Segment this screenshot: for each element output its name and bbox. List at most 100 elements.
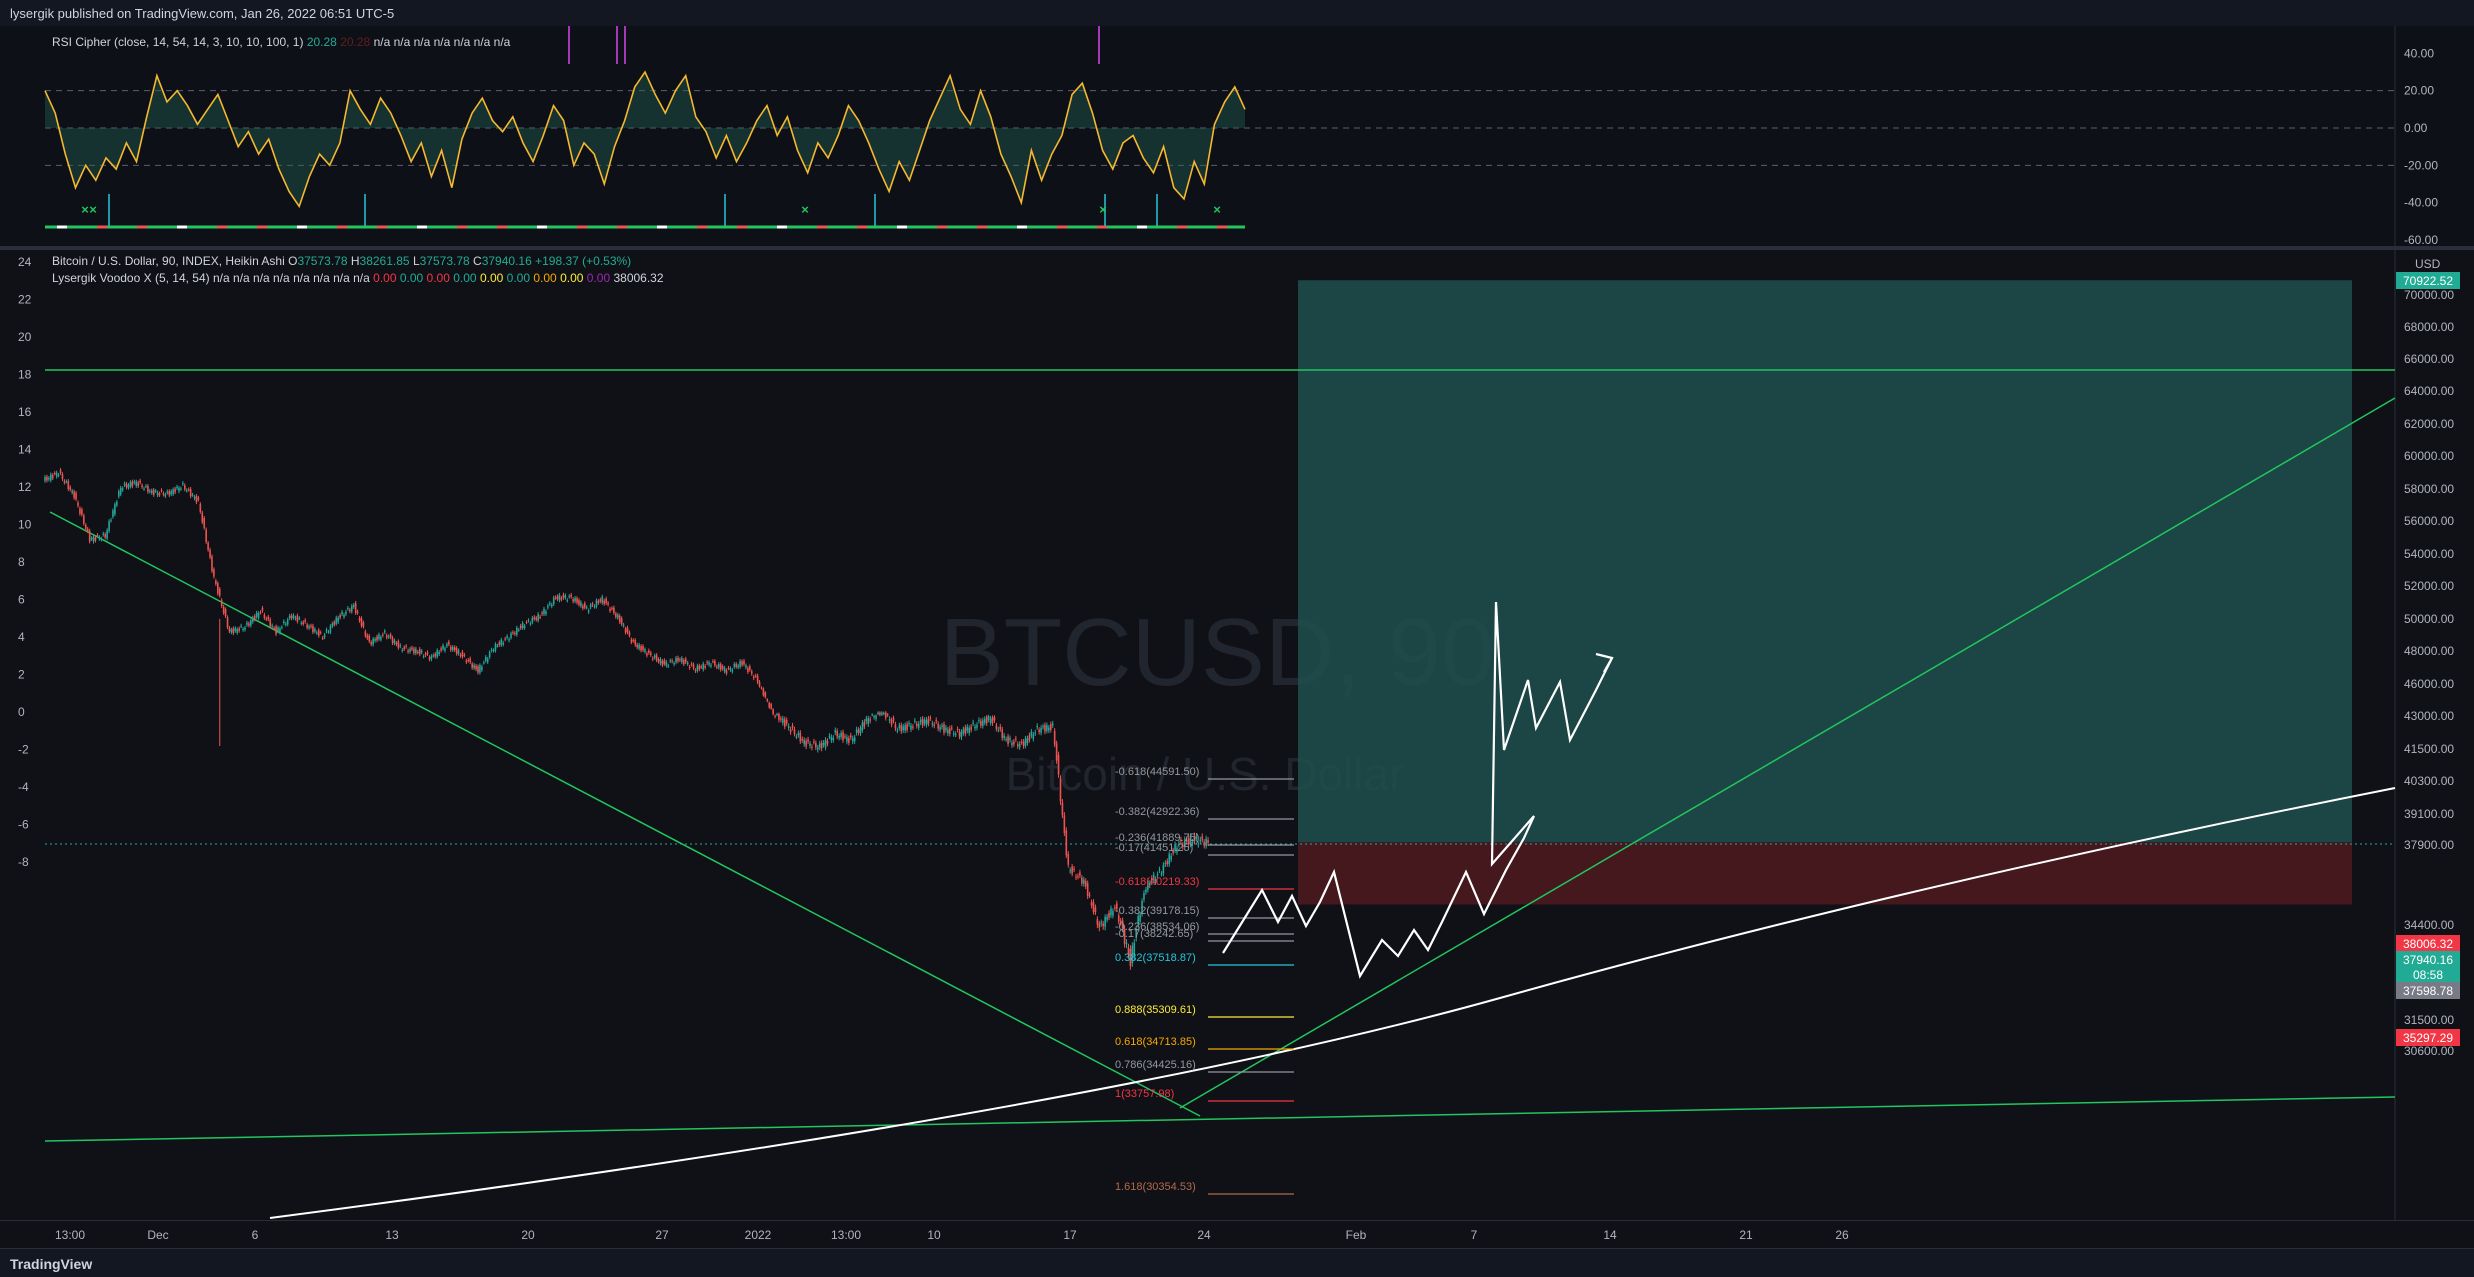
candle-body-248 [525,622,528,624]
candle-body-310 [646,653,648,656]
candle-body-430 [879,712,881,715]
candle-body-366 [754,675,757,677]
candle-body-445 [908,723,910,725]
candle-body-243 [516,627,518,635]
time-axis[interactable]: 13:00 Dec 6 13 20 27 2022 13:00 10 17 24 Feb 7 14 21 26 [0,1220,2474,1249]
candle-body-188 [409,648,411,652]
candle-body-543 [1098,923,1101,928]
candle-body-539 [1090,902,1093,906]
x-tick-14: 21 [1739,1228,1753,1242]
candle-body-103 [244,627,246,630]
x-tick-15: 26 [1835,1228,1849,1242]
candle-body-38 [117,491,120,497]
candle-body-580 [1170,855,1172,860]
candle-body-419 [857,729,860,733]
candle-body-545 [1102,923,1105,927]
x-tick-0: 13:00 [55,1228,85,1242]
candle-body-424 [867,718,870,725]
candle-body-170 [374,639,376,641]
left-tick-5: 14 [18,443,32,457]
indicator-last: 38006.32 [613,271,664,285]
candle-body-524 [1061,802,1064,815]
candle-body-526 [1065,830,1068,856]
price-tick-0: 70000.00 [2404,288,2454,302]
rsi-y-tick-3: -20.00 [2404,158,2438,172]
candle-body-147 [329,626,332,633]
candle-body-226 [483,662,485,664]
main-price-pane[interactable]: USD 70000.00 68000.00 66000.00 64000.00 62000… [0,250,2474,1220]
candle-body-186 [405,646,407,648]
price-chart[interactable]: USD70000.0068000.0066000.0064000.0062000… [0,250,2474,1220]
candle-body-255 [539,616,541,618]
candle-body-311 [648,650,650,653]
candle-body-438 [894,724,897,729]
candle-body-73 [185,490,188,492]
candle-body-360 [743,660,745,665]
candle-body-354 [731,669,734,672]
candle-body-295 [616,614,619,618]
candle-body-306 [638,644,640,649]
candle-body-109 [255,612,258,617]
rsi-y-tick-2: 0.00 [2404,121,2428,135]
candle-body-234 [498,642,501,646]
candle-body-444 [906,724,908,730]
candle-body-111 [259,612,262,614]
candle-body-332 [688,666,691,669]
candle-body-289 [605,598,607,604]
candle-body-309 [644,649,646,652]
indicator-name: Lysergik Voodoo X (5, 14, 54) [52,271,210,285]
candle-body-92 [222,606,225,613]
rsi-y-tick-0: 40.00 [2404,46,2434,60]
candle-body-78 [195,496,198,503]
candle-body-276 [580,602,582,606]
candle-body-15 [73,491,75,498]
candle-body-439 [896,730,899,732]
candle-body-294 [615,613,617,617]
candle-body-23 [88,530,91,542]
candle-body-101 [240,625,242,627]
fib-label-3: -0.17(41451.25) [1115,842,1193,854]
main-legend-line2[interactable]: Lysergik Voodoo X (5, 14, 54) n/a n/a n/… [52,271,664,285]
price-tick-7: 56000.00 [2404,514,2454,528]
left-tick-16: -8 [18,855,29,869]
candle-body-478 [972,722,974,724]
candle-body-110 [257,613,260,618]
candle-body-281 [589,604,592,608]
candle-body-91 [220,600,223,606]
candle-body-315 [655,655,658,661]
price-tick-15: 40300.00 [2404,774,2454,788]
candle-body-200 [432,655,435,657]
indicator-value-1: 0.00 [399,271,427,285]
rsi-chart[interactable]: 40.0020.000.00-20.00-40.00-60.00× × × × × [0,26,2474,246]
ohlc-change: +198.37 (+0.53%) [535,254,632,268]
candle-body-20 [83,515,85,524]
candle-body-450 [917,723,920,728]
candle-body-166 [366,635,369,639]
candle-body-118 [273,627,275,629]
candle-body-301 [628,632,631,636]
candle-body-449 [916,723,918,726]
candle-body-316 [657,659,660,662]
rsi-legend[interactable]: RSI Cipher (close, 14, 54, 14, 3, 10, 10… [52,35,510,49]
candle-body-375 [772,709,774,715]
candle-body-58 [156,492,159,496]
candle-body-471 [958,731,961,737]
main-legend-line1[interactable]: Bitcoin / U.S. Dollar, 90, INDEX, Heikin… [52,254,631,268]
left-tick-12: 0 [18,705,25,719]
candle-body-104 [246,622,248,625]
candle-body-488 [991,717,994,724]
candle-body-42 [125,483,128,488]
candle-body-293 [613,607,615,613]
candle-body-256 [541,612,543,615]
candle-body-426 [871,714,873,716]
candle-body-21 [84,525,87,530]
candle-body-66 [172,489,174,495]
candle-body-247 [523,626,526,628]
candle-body-416 [851,738,854,742]
candle-body-237 [504,638,506,640]
candle-body-14 [71,490,73,493]
candle-body-84 [207,542,209,550]
rsi-pane[interactable]: 40.00 20.00 0.00 -20.00 -40.00 -60.00 × × × × × RS… [0,26,2474,246]
candle-body-376 [774,715,776,717]
candle-body-123 [283,621,285,623]
